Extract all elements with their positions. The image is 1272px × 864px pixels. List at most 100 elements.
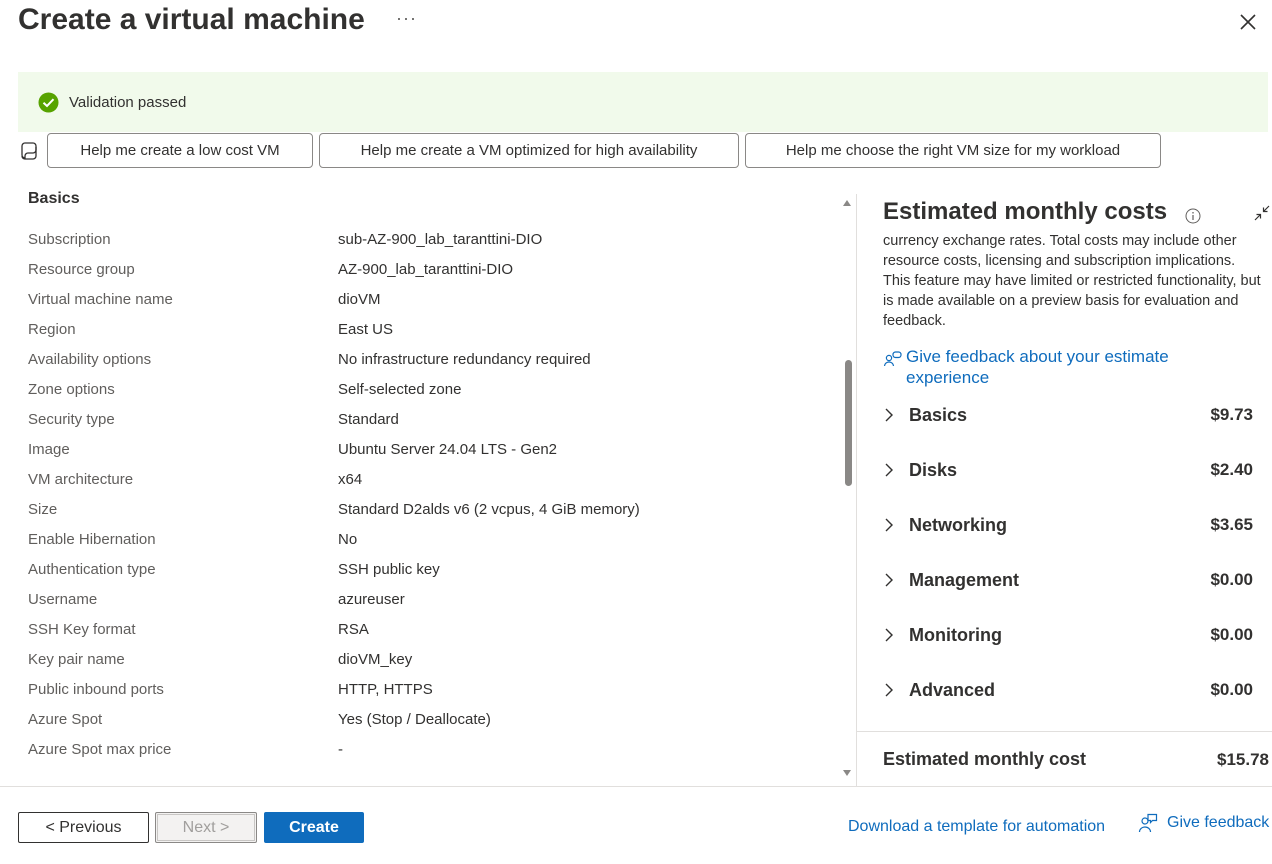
summary-row: Zone options Self-selected zone [28, 374, 640, 404]
row-label: Region [28, 320, 76, 338]
row-label: Azure Spot max price [28, 740, 172, 758]
row-label: Security type [28, 410, 115, 428]
cost-item-price: $3.65 [1210, 515, 1253, 534]
summary-row: Availability options No infrastructure re… [28, 344, 640, 374]
more-options-button[interactable]: ··· [396, 8, 417, 29]
success-check-icon [38, 92, 59, 112]
row-value: AZ-900_lab_taranttini-DIO [338, 260, 514, 278]
total-cost-row: Estimated monthly cost $15.78 [857, 731, 1272, 786]
total-cost-value: $15.78 [1217, 750, 1269, 769]
summary-row: Resource group AZ-900_lab_taranttini-DIO [28, 254, 640, 284]
row-value: Standard [338, 410, 399, 428]
row-value: No infrastructure redundancy required [338, 350, 591, 368]
summary-row: SSH Key format RSA [28, 614, 640, 644]
summary-row: Key pair name dioVM_key [28, 644, 640, 674]
row-label: Public inbound ports [28, 680, 164, 698]
cost-description: currency exchange rates. Total costs may… [883, 233, 1261, 329]
summary-row: Subscription sub-AZ-900_lab_taranttini-DI… [28, 224, 640, 254]
create-button[interactable]: Create [264, 812, 364, 843]
close-icon[interactable] [1238, 12, 1258, 32]
summary-row: VM architecture x64 [28, 464, 640, 494]
cost-item-name: Monitoring [909, 624, 1002, 645]
row-label: Azure Spot [28, 710, 103, 728]
next-button[interactable]: Next > [155, 812, 257, 843]
cost-estimate-panel: Estimated monthly costs currency exchang… [856, 194, 1272, 786]
chevron-right-icon [885, 573, 893, 587]
row-label: Virtual machine name [28, 290, 173, 308]
copilot-icon [21, 142, 37, 160]
give-feedback-text[interactable]: Give feedback [1167, 814, 1269, 832]
summary-row: Username azureuser [28, 584, 640, 614]
estimate-feedback-link[interactable]: Give feedback about your estimate experi… [883, 346, 1206, 388]
row-value: Self-selected zone [338, 380, 462, 398]
give-feedback-link[interactable]: Give feedback [1138, 813, 1269, 833]
row-value: No [338, 530, 358, 548]
cost-item-price: $0.00 [1210, 570, 1253, 589]
row-value: - [338, 740, 343, 758]
summary-row: Azure Spot Yes (Stop / Deallocate) [28, 704, 640, 734]
cost-item-advanced[interactable]: Advanced $0.00 [883, 675, 1253, 705]
row-label: Username [28, 590, 98, 608]
total-cost-label: Estimated monthly cost [883, 749, 1087, 769]
row-value: East US [338, 320, 394, 338]
estimate-feedback-text[interactable]: Give feedback about your estimate experi… [906, 346, 1206, 388]
prompt-vm-size-button[interactable]: Help me choose the right VM size for my … [745, 133, 1161, 168]
row-label: Resource group [28, 260, 135, 278]
summary-row: Enable Hibernation No [28, 524, 640, 554]
footer-bar: < Previous Next > Create Download a temp… [0, 786, 1272, 864]
validation-banner: Validation passed [18, 72, 1268, 132]
row-label: Subscription [28, 230, 111, 248]
row-label: SSH Key format [28, 620, 136, 638]
summary-row: Image Ubuntu Server 24.04 LTS - Gen2 [28, 434, 640, 464]
feedback-person-icon [1138, 813, 1158, 833]
summary-rows: Subscription sub-AZ-900_lab_taranttini-DI… [28, 224, 640, 764]
cost-item-name: Basics [909, 404, 968, 425]
row-value: SSH public key [338, 560, 440, 578]
cost-item-name: Disks [909, 459, 958, 480]
summary-row: Public inbound ports HTTP, HTTPS [28, 674, 640, 704]
scroll-up-arrow-icon[interactable] [843, 200, 851, 206]
row-value: Standard D2alds v6 (2 vcpus, 4 GiB memor… [338, 500, 640, 518]
cost-item-name: Networking [909, 514, 1008, 535]
cost-item-name: Management [909, 569, 1020, 590]
row-value: RSA [338, 620, 369, 638]
cost-item-price: $0.00 [1210, 680, 1253, 699]
prompt-high-availability-button[interactable]: Help me create a VM optimized for high a… [319, 133, 739, 168]
previous-button[interactable]: < Previous [18, 812, 149, 843]
cost-item-price: $9.73 [1210, 405, 1253, 424]
scroll-down-arrow-icon[interactable] [843, 770, 851, 776]
review-summary: Basics Subscription sub-AZ-900_lab_tarant… [0, 180, 845, 780]
summary-row: Security type Standard [28, 404, 640, 434]
download-template-link[interactable]: Download a template for automation [848, 818, 1105, 836]
row-value: dioVM [338, 290, 381, 308]
cost-item-price: $0.00 [1210, 625, 1253, 644]
row-label: Image [28, 440, 70, 458]
row-label: Size [28, 500, 58, 518]
row-label: Authentication type [28, 560, 156, 578]
row-value: Ubuntu Server 24.04 LTS - Gen2 [338, 440, 558, 458]
summary-row: Region East US [28, 314, 640, 344]
cost-item-name: Advanced [909, 679, 996, 700]
cost-item-networking[interactable]: Networking $3.65 [883, 510, 1253, 540]
summary-row: Size Standard D2alds v6 (2 vcpus, 4 GiB m… [28, 494, 640, 524]
row-value: azureuser [338, 590, 405, 608]
cost-item-monitoring[interactable]: Monitoring $0.00 [883, 620, 1253, 650]
chevron-right-icon [885, 408, 893, 422]
row-label: Key pair name [28, 650, 125, 668]
summary-row: Virtual machine name dioVM [28, 284, 640, 314]
prompt-low-cost-vm-button[interactable]: Help me create a low cost VM [47, 133, 313, 168]
cost-panel-title: Estimated monthly costs [883, 198, 1168, 225]
row-value: dioVM_key [338, 650, 413, 668]
collapse-icon[interactable] [1253, 204, 1271, 222]
row-value: HTTP, HTTPS [338, 680, 433, 698]
summary-row: Azure Spot max price - [28, 734, 640, 764]
row-label: VM architecture [28, 470, 134, 488]
info-icon[interactable] [1185, 208, 1201, 224]
summary-scrollbar[interactable] [845, 360, 852, 486]
cost-item-management[interactable]: Management $0.00 [883, 565, 1253, 595]
cost-item-disks[interactable]: Disks $2.40 [883, 455, 1253, 485]
section-title-basics: Basics [28, 190, 80, 207]
validation-text: Validation passed [69, 93, 187, 111]
row-label: Availability options [28, 350, 152, 368]
cost-item-basics[interactable]: Basics $9.73 [883, 400, 1253, 430]
